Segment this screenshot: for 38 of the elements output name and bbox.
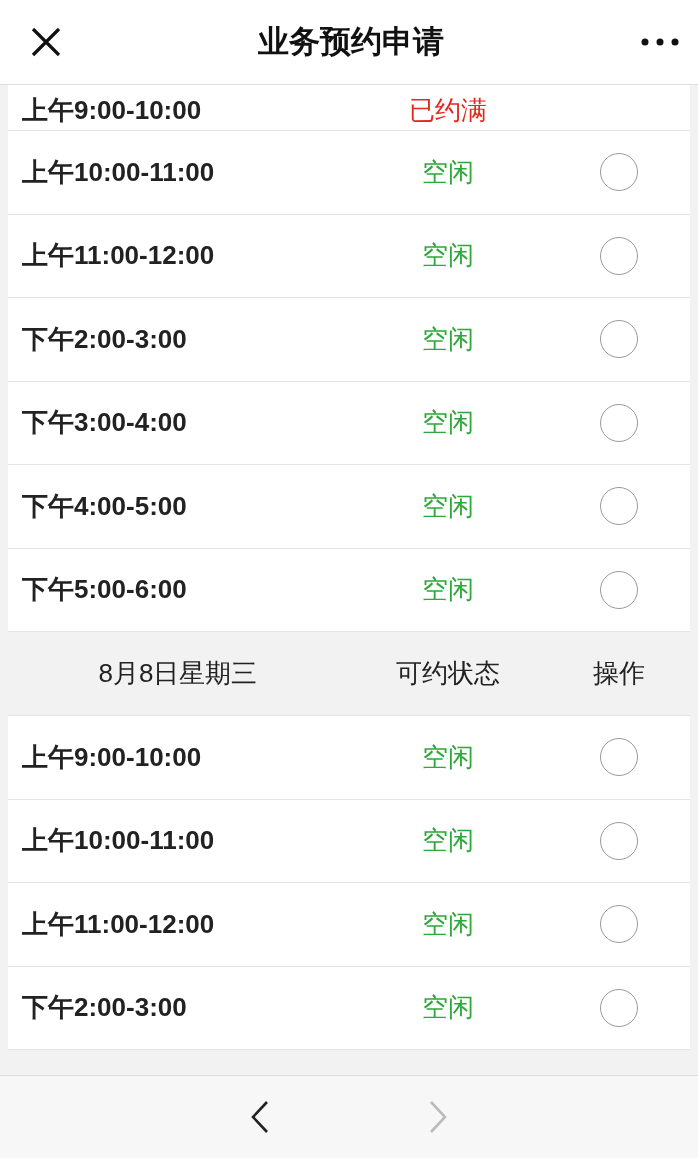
radio-button[interactable]: [600, 487, 638, 526]
time-slot-label: 下午2:00-3:00: [21, 322, 188, 356]
availability-status: 空闲: [422, 322, 474, 356]
time-slot-label: 上午10:00-11:00: [21, 824, 216, 858]
radio-button[interactable]: [600, 153, 638, 192]
availability-status: 空闲: [422, 489, 474, 523]
availability-status: 空闲: [422, 239, 474, 273]
availability-status: 空闲: [422, 740, 474, 774]
time-slot-label: 上午9:00-10:00: [21, 740, 203, 774]
time-slot-label: 下午3:00-4:00: [21, 406, 188, 440]
radio-button[interactable]: [600, 821, 638, 860]
availability-status: 空闲: [422, 907, 474, 941]
radio-button[interactable]: [600, 236, 638, 275]
availability-status: 已约满: [409, 94, 487, 127]
time-slot-label: 下午5:00-6:00: [21, 573, 188, 607]
column-heading: 可约状态: [396, 657, 500, 690]
time-slot-label: 上午11:00-12:00: [21, 907, 216, 941]
time-slot-label: 上午11:00-12:00: [21, 239, 216, 273]
radio-button[interactable]: [600, 320, 638, 359]
radio-button[interactable]: [600, 738, 638, 777]
time-slot-label: 上午10:00-11:00: [21, 155, 216, 189]
time-slot-label: 下午2:00-3:00: [21, 991, 188, 1025]
close-icon[interactable]: [30, 26, 62, 58]
radio-button[interactable]: [600, 988, 638, 1027]
more-icon[interactable]: [640, 37, 680, 47]
availability-status: 空闲: [422, 824, 474, 858]
availability-status: 空闲: [422, 406, 474, 440]
time-slot-label: 下午4:00-5:00: [21, 489, 188, 523]
availability-status: 空闲: [422, 991, 474, 1025]
time-slot-label: 上午9:00-10:00: [21, 94, 203, 127]
availability-status: 空闲: [422, 155, 474, 189]
radio-button[interactable]: [600, 570, 638, 609]
radio-button[interactable]: [600, 905, 638, 944]
date-heading: 8月8日星期三: [98, 657, 258, 690]
page-title: 业务预约申请: [258, 22, 444, 61]
availability-status: 空闲: [422, 573, 474, 607]
radio-button[interactable]: [600, 403, 638, 442]
column-heading: 操作: [593, 657, 645, 690]
